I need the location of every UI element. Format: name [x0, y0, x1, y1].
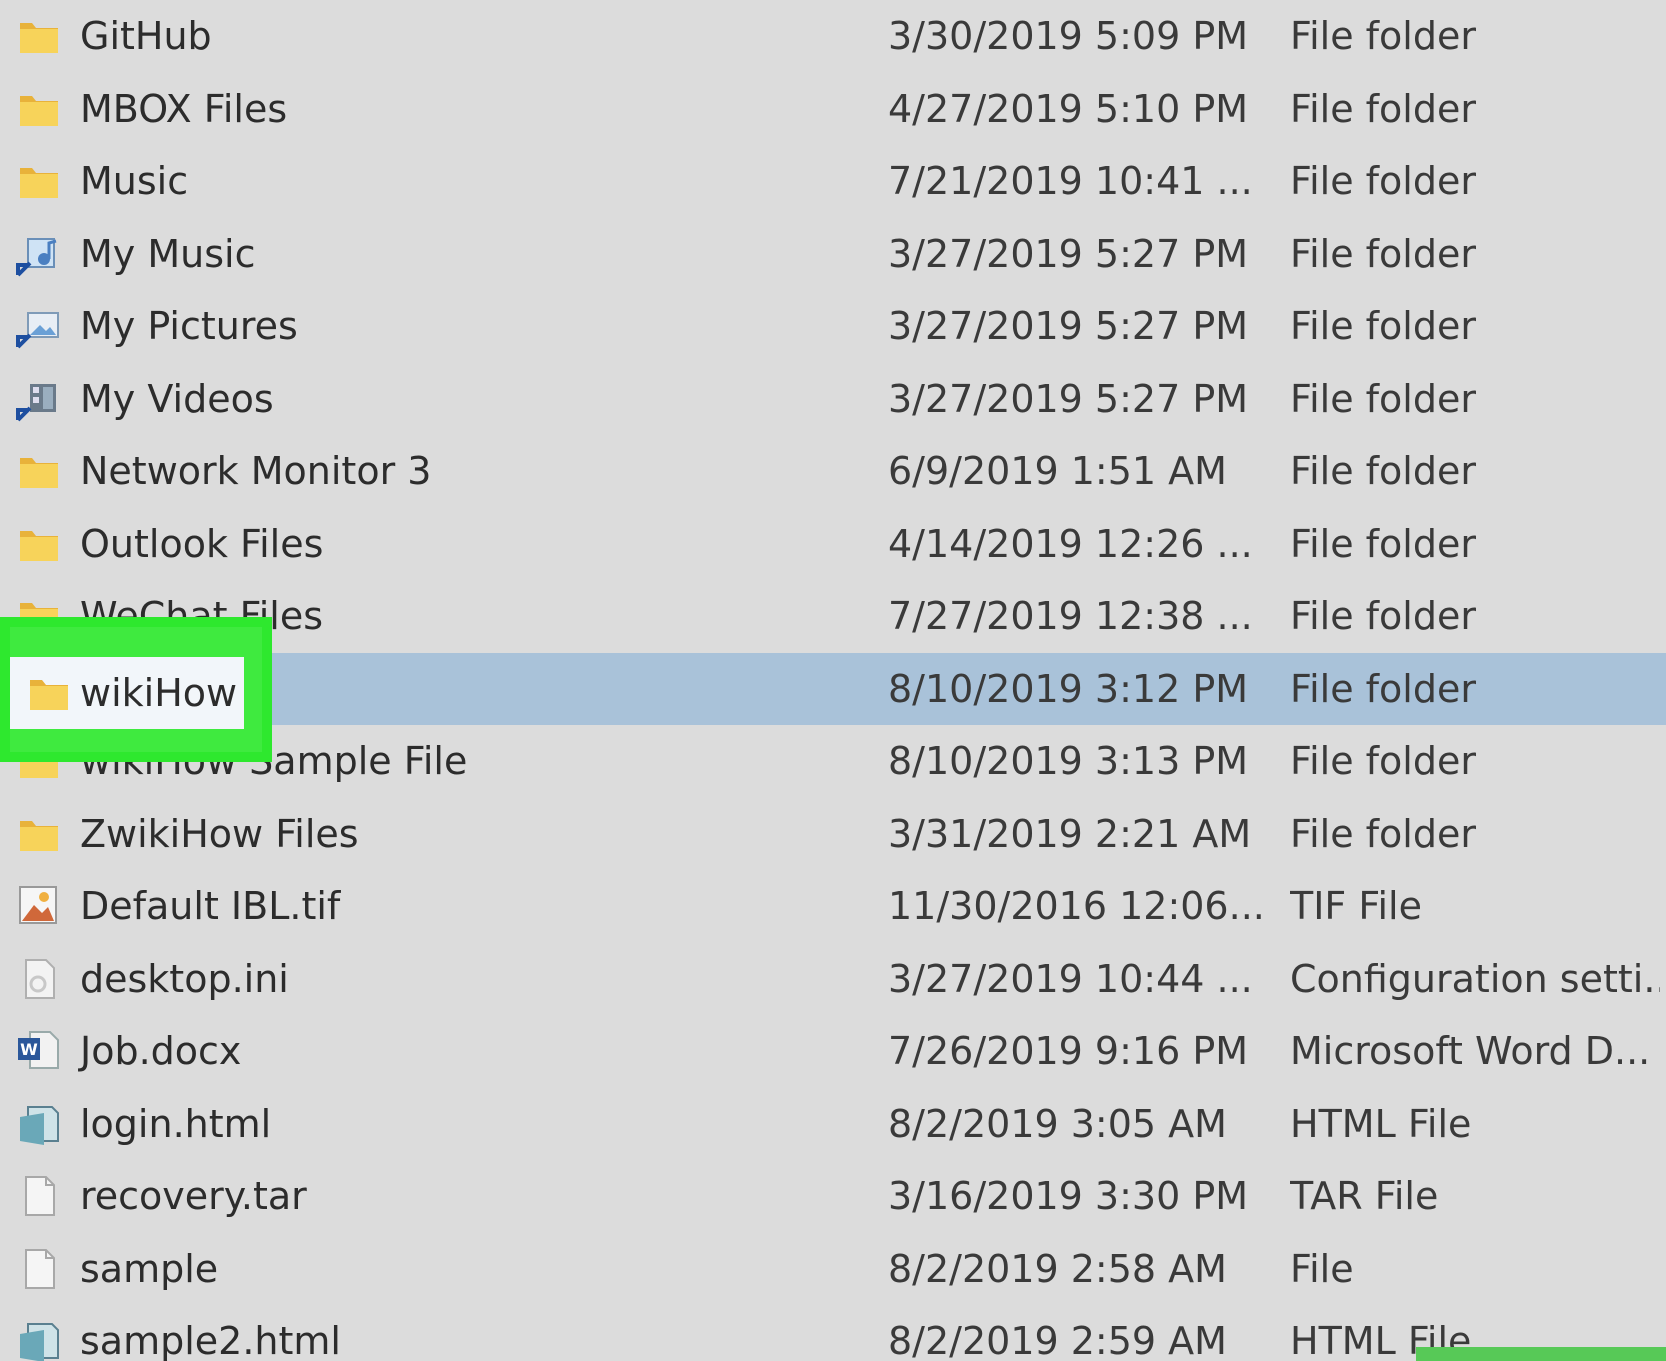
file-row[interactable]: My Pictures 3/27/2019 5:27 PM File folder — [0, 290, 1666, 362]
file-type: File folder — [1290, 86, 1476, 131]
file-type: TAR File — [1290, 1174, 1439, 1218]
image-file-icon — [14, 883, 64, 929]
file-date-modified: 3/16/2019 3:30 PM — [888, 1174, 1249, 1218]
file-type: File folder — [1290, 449, 1476, 493]
file-type: HTML File — [1290, 1101, 1472, 1146]
file-name: login.html — [80, 1101, 272, 1146]
file-type: File folder — [1290, 521, 1476, 566]
pictures-shortcut-icon — [14, 303, 64, 349]
file-date-modified: 8/10/2019 3:12 PM — [888, 666, 1249, 711]
file-name: ZwikiHow Files — [80, 811, 359, 856]
file-type: Configuration setti... — [1290, 956, 1660, 1001]
file-type: File — [1290, 1246, 1354, 1291]
file-name: sample2.html — [80, 1319, 341, 1361]
file-type: File folder — [1290, 376, 1476, 421]
file-name: Network Monitor 3 — [80, 449, 432, 493]
file-date-modified: 8/2/2019 2:58 AM — [888, 1246, 1227, 1291]
file-row[interactable]: desktop.ini 3/27/2019 10:44 ... Configurat… — [0, 943, 1666, 1015]
file-name: Music — [80, 159, 189, 203]
blank-file-icon — [14, 1246, 64, 1292]
highlighted-folder-label: wikiHow — [80, 671, 238, 715]
folder-icon — [14, 86, 64, 132]
folder-icon — [14, 13, 64, 59]
file-type: File folder — [1290, 231, 1476, 276]
blank-file-icon — [14, 1173, 64, 1219]
file-row[interactable]: MBOX Files 4/27/2019 5:10 PM File folder — [0, 73, 1666, 145]
folder-icon — [14, 521, 64, 567]
file-date-modified: 4/14/2019 12:26 ... — [888, 521, 1253, 566]
file-type: TIF File — [1290, 884, 1422, 928]
file-row[interactable]: GitHub 3/30/2019 5:09 PM File folder — [0, 0, 1666, 72]
file-name: My Music — [80, 231, 256, 276]
file-row[interactable]: My Videos 3/27/2019 5:27 PM File folder — [0, 363, 1666, 435]
file-row[interactable]: ZwikiHow Files 3/31/2019 2:21 AM File fold… — [0, 798, 1666, 870]
file-date-modified: 3/27/2019 10:44 ... — [888, 956, 1253, 1001]
videos-shortcut-icon — [14, 376, 64, 422]
folder-icon — [14, 448, 64, 494]
file-date-modified: 7/21/2019 10:41 ... — [888, 159, 1253, 203]
file-row[interactable]: W Job.docx 7/26/2019 9:16 PM Microsoft Word… — [0, 1015, 1666, 1087]
music-shortcut-icon — [14, 231, 64, 277]
file-type: Microsoft Word D... — [1290, 1029, 1651, 1073]
file-name: MBOX Files — [80, 86, 288, 131]
file-type: File folder — [1290, 159, 1476, 203]
file-row[interactable]: Music 7/21/2019 10:41 ... File folder — [0, 145, 1666, 217]
file-name: Job.docx — [80, 1029, 242, 1073]
file-date-modified: 8/2/2019 2:59 AM — [888, 1319, 1227, 1361]
file-type: File folder — [1290, 666, 1476, 711]
file-name: Default IBL.tif — [80, 884, 341, 928]
settings-file-icon — [14, 956, 64, 1002]
file-name: recovery.tar — [80, 1174, 307, 1218]
file-type: File folder — [1290, 304, 1476, 348]
corner-accent-bar — [1416, 1347, 1666, 1361]
file-type: File folder — [1290, 14, 1476, 58]
file-row[interactable]: Outlook Files 4/14/2019 12:26 ... File fol… — [0, 508, 1666, 580]
file-date-modified: 6/9/2019 1:51 AM — [888, 449, 1227, 493]
folder-icon — [24, 670, 74, 716]
file-type: File folder — [1290, 594, 1476, 638]
html-file-icon — [14, 1318, 64, 1361]
file-row[interactable]: recovery.tar 3/16/2019 3:30 PM TAR File — [0, 1160, 1666, 1232]
file-row[interactable]: sample 8/2/2019 2:58 AM File — [0, 1233, 1666, 1305]
file-row[interactable]: Network Monitor 3 6/9/2019 1:51 AM File fo… — [0, 435, 1666, 507]
file-date-modified: 3/27/2019 5:27 PM — [888, 304, 1249, 348]
file-name: My Videos — [80, 376, 274, 421]
file-date-modified: 7/27/2019 12:38 ... — [888, 594, 1253, 638]
file-name: Outlook Files — [80, 521, 324, 566]
folder-icon — [14, 158, 64, 204]
word-file-icon: W — [14, 1028, 64, 1074]
file-type: File folder — [1290, 811, 1476, 856]
file-date-modified: 11/30/2016 12:06... — [888, 884, 1265, 928]
file-row[interactable]: Default IBL.tif 11/30/2016 12:06... TIF Fi… — [0, 870, 1666, 942]
file-name: GitHub — [80, 14, 212, 58]
file-date-modified: 3/27/2019 5:27 PM — [888, 376, 1249, 421]
file-date-modified: 3/30/2019 5:09 PM — [888, 14, 1249, 58]
file-date-modified: 8/2/2019 3:05 AM — [888, 1101, 1227, 1146]
file-date-modified: 4/27/2019 5:10 PM — [888, 86, 1249, 131]
file-name: desktop.ini — [80, 956, 289, 1001]
file-date-modified: 3/27/2019 5:27 PM — [888, 231, 1249, 276]
highlighted-folder-wikihow[interactable]: wikiHow — [10, 657, 244, 729]
file-name: sample — [80, 1246, 219, 1291]
file-date-modified: 3/31/2019 2:21 AM — [888, 811, 1252, 856]
file-type: File folder — [1290, 739, 1476, 783]
file-name: My Pictures — [80, 304, 298, 348]
wikihow-highlight-box: wikiHow — [0, 617, 272, 762]
file-date-modified: 8/10/2019 3:13 PM — [888, 739, 1249, 783]
folder-icon — [14, 811, 64, 857]
svg-text:W: W — [20, 1040, 38, 1059]
file-date-modified: 7/26/2019 9:16 PM — [888, 1029, 1249, 1073]
file-row[interactable]: login.html 8/2/2019 3:05 AM HTML File — [0, 1088, 1666, 1160]
file-row[interactable]: My Music 3/27/2019 5:27 PM File folder — [0, 218, 1666, 290]
html-file-icon — [14, 1101, 64, 1147]
